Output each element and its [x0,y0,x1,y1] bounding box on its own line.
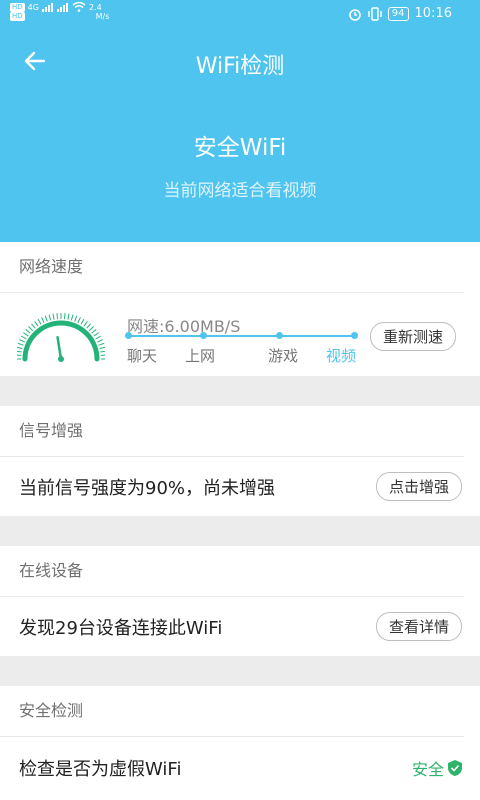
section-title: 安全检测 [0,686,464,737]
section-title: 网络速度 [0,242,464,293]
speedometer-gauge [17,313,105,362]
speed-panel: 网速:6.00MB/S 聊天 上网 游戏 视频 重新测速 [0,293,480,377]
level-label-game: 游戏 [268,347,299,365]
shield-check-icon [448,760,462,776]
gauge-tick [17,346,23,350]
gauge-tick [19,339,25,343]
level-label-browse: 上网 [185,347,216,365]
signal-section: 信号增强 当前信号强度为90%，尚未增强 点击增强 [0,406,480,516]
level-label-chat: 聊天 [127,347,158,365]
gauge-tick [74,315,78,322]
gauge-tick [17,350,22,353]
gauge-tick [25,329,31,334]
level-dot [200,332,207,339]
gauge-tick [93,332,99,337]
gauge-tick [70,314,74,321]
devices-row: 发现29台设备连接此WiFi 查看详情 [0,597,480,656]
section-title: 信号增强 [0,406,464,457]
level-label-video: 视频 [326,347,357,365]
gauge-tick [83,321,88,327]
gauge-tick [34,321,39,327]
gauge-tick [77,317,81,323]
security-result-label: 安全 [411,760,444,779]
section-title: 在线设备 [0,546,464,597]
signal-row: 当前信号强度为90%，尚未增强 点击增强 [0,457,480,516]
sim2-badge: HD [10,12,25,21]
gauge-tick [56,313,59,320]
gauge-tick [99,346,105,350]
page-title: WiFi检测 [195,54,285,79]
status-bar: HD 4G 2.4 HD M/s 94 10:16 [0,0,480,28]
security-row: 检查是否为虚假WiFi 安全 [0,737,480,799]
gauge-tick [20,335,27,340]
level-track [128,335,356,337]
header: HD 4G 2.4 HD M/s 94 10:16 WiFi检测 安全WiFi … [0,0,480,242]
alarm-icon [348,8,361,21]
network-type: 4G [27,2,39,12]
view-details-button[interactable]: 查看详情 [375,612,462,641]
gauge-tick [28,326,34,332]
level-dot [276,332,283,339]
security-text: 检查是否为虚假WiFi [19,759,182,780]
gauge-tick [100,354,105,357]
gauge-tick [23,332,29,337]
gauge-tick [98,342,105,346]
net-speed-value: 2.4 [88,2,102,12]
devices-section: 在线设备 发现29台设备连接此WiFi 查看详情 [0,546,480,656]
status-left: HD 4G 2.4 HD M/s [10,2,109,21]
vibrate-icon [368,6,382,21]
security-section: 安全检测 检查是否为虚假WiFi 安全 [0,686,480,800]
gauge-tick [52,313,55,320]
level-dot [125,332,132,339]
gauge-tick [31,323,36,329]
sim1-badge: HD [10,2,25,12]
gauge-tick [97,339,103,343]
level-dot [351,332,358,339]
gauge-tick [95,335,102,340]
gauge-tick [48,314,52,321]
gauge-tick [17,354,22,357]
gauge-tick [91,329,97,334]
gauge-needle [56,336,63,361]
wifi-icon [72,2,86,12]
wifi-status-subtitle: 当前网络适合看视频 [163,181,317,201]
security-result: 安全 [412,756,462,780]
signal-icon-2 [56,2,68,12]
status-time: 10:16 [414,6,452,21]
gauge-tick [86,323,91,329]
speed-section: 网络速度 网速:6.00MB/S 聊天 上网 游戏 视频 重新测速 [0,242,480,376]
wifi-status: 安全WiFi [193,135,287,161]
status-right: 94 10:16 [348,6,452,21]
gauge-tick [37,318,42,325]
signal-icon [41,2,53,12]
net-speed-unit: M/s [95,12,110,21]
devices-text: 发现29台设备连接此WiFi [19,617,223,639]
gauge-tick [88,326,94,332]
retest-button[interactable]: 重新测速 [370,322,457,351]
gauge-tick [100,350,105,353]
gauge-tick [63,313,66,320]
battery-icon: 94 [387,6,409,21]
gauge-tick [80,318,85,325]
speed-readout: 网速:6.00MB/S [127,317,241,336]
gauge-tick [44,315,48,322]
gauge-tick [67,313,70,320]
gauge-tick [41,317,45,323]
gauge-tick [17,342,24,346]
boost-button[interactable]: 点击增强 [375,472,462,501]
signal-text: 当前信号强度为90%，尚未增强 [19,477,276,499]
